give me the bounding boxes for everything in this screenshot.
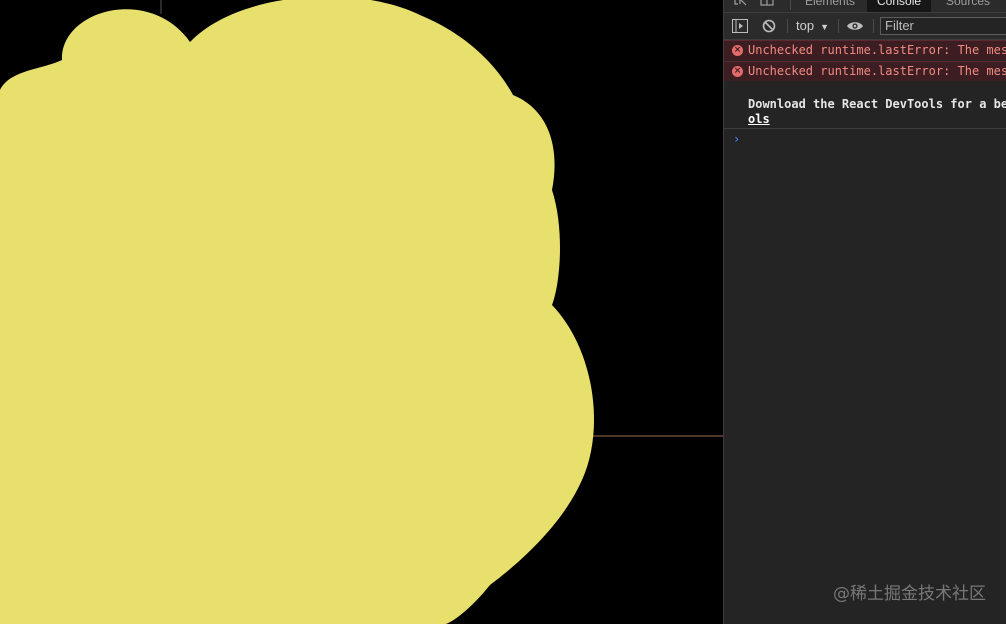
tab-console[interactable]: Console (867, 0, 932, 12)
page-viewport (0, 0, 723, 624)
console-prompt[interactable]: › (733, 132, 740, 146)
tab-elements[interactable]: Elements (805, 0, 855, 12)
live-expression-eye-icon[interactable] (846, 20, 864, 32)
tab-separator (790, 0, 791, 10)
chevron-down-icon: ▼ (820, 22, 829, 32)
context-selector[interactable]: top ▼ (796, 18, 829, 33)
devtools-panel: Elements Console Sources top ▼ Filter × U… (723, 0, 1006, 624)
watermark: @稀土掘金技术社区 (833, 584, 986, 604)
error-icon: × (732, 66, 743, 77)
canvas (0, 0, 723, 624)
device-toolbar-icon[interactable] (760, 0, 774, 7)
console-error-message: Unchecked runtime.lastError: The mes (748, 64, 1006, 78)
console-toolbar: top ▼ Filter (724, 13, 1006, 40)
toolbar-separator (838, 19, 839, 33)
toolbar-separator (873, 19, 874, 33)
console-error-row[interactable]: × Unchecked runtime.lastError: The mes (724, 40, 1006, 60)
sidebar-toggle-icon[interactable] (732, 19, 748, 33)
console-error-message: Unchecked runtime.lastError: The mes (748, 43, 1006, 57)
tab-sources[interactable]: Sources (946, 0, 990, 12)
error-icon: × (732, 45, 743, 56)
context-selector-label: top (796, 18, 815, 33)
inspect-element-icon[interactable] (734, 0, 748, 7)
console-filter-input[interactable]: Filter (880, 17, 1006, 35)
console-log-row: Download the React DevTools for a be ols (724, 83, 1006, 129)
clear-console-icon[interactable] (762, 19, 776, 33)
console-error-row[interactable]: × Unchecked runtime.lastError: The mes (724, 61, 1006, 81)
react-devtools-link[interactable]: ols (748, 112, 770, 126)
toolbar-separator (787, 19, 788, 33)
devtools-tab-bar: Elements Console Sources (724, 0, 1006, 13)
yellow-blob (0, 0, 594, 624)
console-log-text: Download the React DevTools for a be (748, 97, 1006, 111)
